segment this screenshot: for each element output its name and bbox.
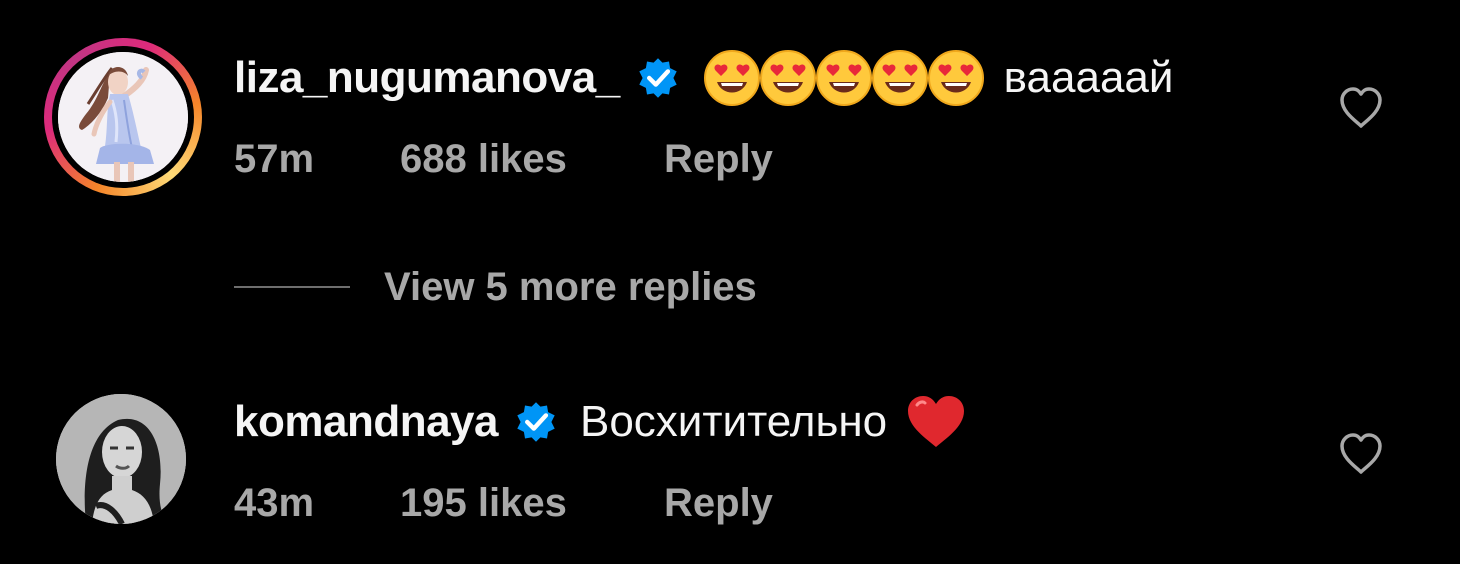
timestamp: 57m bbox=[234, 136, 315, 181]
heart-eyes-emoji-icon bbox=[927, 50, 984, 106]
avatar[interactable] bbox=[58, 52, 188, 182]
heart-eyes-emoji-icon bbox=[703, 50, 760, 106]
comment-text: вааааай bbox=[1003, 53, 1174, 102]
figure-skater-illustration-icon bbox=[58, 52, 188, 182]
comment-text: Восхитительно bbox=[579, 397, 888, 446]
timestamp: 43m bbox=[234, 480, 315, 525]
view-more-replies-label: View 5 more replies bbox=[384, 264, 757, 309]
reply-button[interactable]: Reply bbox=[664, 481, 773, 526]
replies-divider bbox=[234, 286, 350, 288]
verified-badge-icon bbox=[517, 402, 555, 442]
heart-eyes-emoji-icon bbox=[871, 50, 928, 106]
view-more-replies-button[interactable]: View 5 more replies bbox=[234, 262, 757, 312]
comment-item: liza_nugumanova_ вааааай 57m 688 likes R… bbox=[0, 0, 1460, 230]
comment-body: komandnaya Восхитительно bbox=[234, 392, 967, 452]
username[interactable]: liza_nugumanova_ bbox=[234, 53, 620, 103]
avatar[interactable] bbox=[56, 394, 186, 524]
comment-meta: 57m 688 likes Reply bbox=[234, 132, 773, 186]
grayscale-portrait-icon bbox=[56, 394, 186, 524]
verified-badge-icon bbox=[638, 58, 677, 98]
likes-count[interactable]: 195 likes bbox=[400, 481, 664, 526]
heart-outline-icon[interactable] bbox=[1338, 432, 1384, 476]
comment-item: komandnaya Восхитительно 43m 195 likes R… bbox=[0, 360, 1460, 564]
comment-meta: 43m 195 likes Reply bbox=[234, 476, 773, 530]
reply-button[interactable]: Reply bbox=[664, 137, 773, 182]
heart-eyes-emoji-icon bbox=[759, 50, 816, 106]
username[interactable]: komandnaya bbox=[234, 397, 498, 447]
emoji-group bbox=[702, 48, 984, 108]
red-heart-emoji-icon bbox=[908, 396, 965, 447]
likes-count[interactable]: 688 likes bbox=[400, 137, 664, 182]
heart-outline-icon[interactable] bbox=[1338, 86, 1384, 130]
heart-eyes-emoji-icon bbox=[815, 50, 872, 106]
comment-body: liza_nugumanova_ вааааай bbox=[234, 48, 1173, 108]
